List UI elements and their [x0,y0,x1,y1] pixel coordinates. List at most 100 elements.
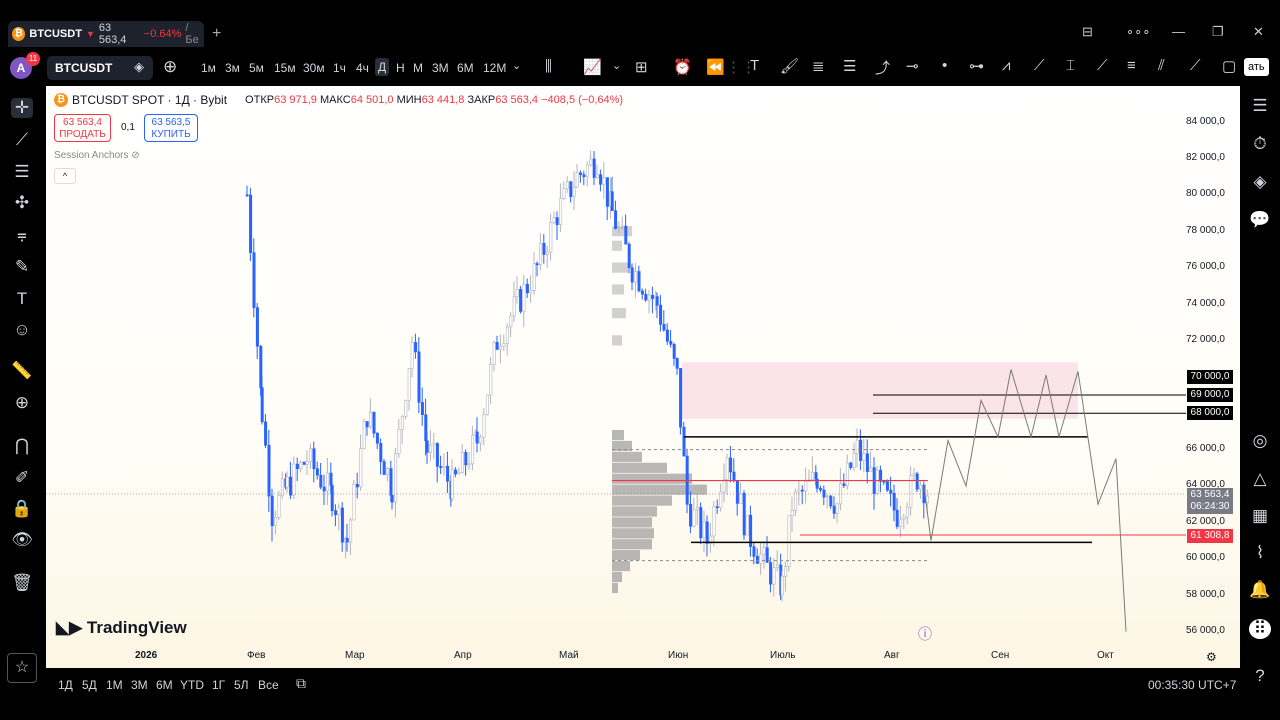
tf-6month[interactable]: 6М [457,61,474,75]
range-ytd[interactable]: YTD [180,678,204,692]
eye-icon[interactable]: 👁 [11,530,33,550]
fib-icon[interactable]: ☰ [843,57,856,75]
trash-icon[interactable]: 🗑 [11,573,33,593]
trend-line-icon[interactable]: ⟋ [11,130,33,150]
date-range-icon[interactable]: ⧉ [296,675,306,692]
target-icon[interactable]: ◎ [1249,431,1271,451]
forecast-icon[interactable]: ⫽ [1158,57,1165,74]
ruler-icon[interactable]: ⟋ [1190,57,1201,74]
chevron-down-icon[interactable]: ⌄ [512,59,521,72]
podcast-icon[interactable]: ⌇ [1249,543,1271,563]
save-button[interactable]: ать [1244,58,1269,76]
crosshair-icon[interactable]: ✛ [11,98,33,118]
horizontal-ray-icon[interactable]: ⊸ [906,57,919,75]
tf-1m[interactable]: 1м [201,61,216,75]
watchlist-panel-icon[interactable]: ☰ [1249,96,1271,116]
text-icon[interactable]: T [11,289,33,309]
minimize-icon[interactable]: — [1172,24,1185,39]
range-5d[interactable]: 5Д [82,678,97,692]
price-chart[interactable] [46,86,1240,668]
text-tool-icon[interactable]: T [750,57,759,74]
close-icon[interactable]: ✕ [1253,24,1264,40]
pitchfork-icon[interactable]: ⟋ [1034,57,1045,74]
tf-4h[interactable]: 4ч [356,61,369,75]
dot-icon[interactable]: • [942,57,947,74]
tf-5m[interactable]: 5м [249,61,264,75]
more-icon[interactable]: ∘∘∘ [1126,24,1150,40]
zoom-icon[interactable]: ⊕ [11,393,33,413]
tf-1h[interactable]: 1ч [333,61,346,75]
parallel-channel-icon[interactable]: ≣ [812,57,825,75]
volume-profile-bar [612,473,692,484]
ideas-icon[interactable]: △ [1249,469,1271,489]
indicator-session-anchors[interactable]: Session Anchors ⊘ [54,150,140,161]
pattern-icon[interactable]: ⩘ [1002,57,1010,74]
chat-icon[interactable]: 💬 [1249,210,1271,230]
add-tab-icon[interactable]: + [212,25,221,43]
favorites-star-icon[interactable]: ☆ [7,653,37,683]
tf-day[interactable]: Д [375,58,390,76]
path-icon[interactable]: ⤴ [875,57,890,78]
replay-icon[interactable]: ⏪ [706,58,725,76]
compare-plus-icon[interactable]: ⊕ [163,57,177,77]
tf-15m[interactable]: 15м [274,61,296,75]
apps-grid-icon[interactable]: ⠿ [1249,619,1271,639]
ruler-icon[interactable]: 📏 [11,361,33,381]
top-toolbar: A 11 BTCUSDT ◈ ⊕ 1м 3м 5м 15м 30м 1ч 4ч … [0,50,1280,86]
bar-style-icon[interactable]: ⫼ [545,58,552,75]
emoji-icon[interactable]: ☺ [11,320,33,340]
tf-12month[interactable]: 12М [483,61,506,75]
browser-tab[interactable]: ₿ BTCUSDT ▼ 63 563,4 −0.64% / Бе [8,21,204,47]
tf-3m[interactable]: 3м [225,61,240,75]
calendar-icon[interactable]: ▦ [1249,506,1271,526]
lightning-icon[interactable]: ⓘ [918,624,932,644]
line-icon[interactable]: ⊶ [969,57,984,75]
tradingview-logo[interactable]: ◣▶ TradingView [56,618,187,638]
trend-line-icon[interactable]: ⟋ [1097,57,1108,74]
range-6m[interactable]: 6М [156,678,173,692]
tf-month[interactable]: М [413,61,423,75]
alert-icon[interactable]: ⏰ [673,58,692,76]
network-icon[interactable]: ✣ [11,193,33,213]
buy-button[interactable]: 63 563,5 КУПИТЬ [144,114,198,142]
clock-timezone[interactable]: 00:35:30 UTC+7 [1148,678,1236,692]
candle-body [475,431,479,444]
collapse-legend-button[interactable]: ^ [54,168,76,184]
range-1y[interactable]: 1Г [212,678,225,692]
volume-profile-bar [612,308,626,319]
range-1m[interactable]: 1М [106,678,123,692]
tf-3month[interactable]: 3М [432,61,449,75]
sell-button[interactable]: 63 563,4 ПРОДАТЬ [54,114,111,142]
pen-icon[interactable]: ✎ [11,257,33,277]
hidden-eye-icon[interactable]: ⊘ [131,150,139,161]
restore-icon[interactable]: ❐ [1212,24,1224,40]
lock-icon[interactable]: 🔒 [11,499,33,519]
tf-week[interactable]: Н [396,61,405,75]
candle-body [729,457,733,473]
rectangle-icon[interactable]: ▢ [1222,57,1236,75]
watchlist-icon[interactable]: ◈ [134,59,144,75]
range-1d[interactable]: 1Д [58,678,73,692]
range-3m[interactable]: 3М [131,678,148,692]
notifications-bell-icon[interactable]: 🔔 [1249,580,1271,600]
magnet-icon[interactable]: ⋂ [11,436,33,456]
fib-tool-icon[interactable]: ⩦ [11,225,33,245]
layout-icon[interactable]: ⊟ [1082,24,1093,40]
chevron-down-icon[interactable]: ⌄ [612,59,621,72]
chart-area[interactable]: ₿ BTCUSDT SPOT · 1Д · Bybit ОТКР63 971,9… [46,86,1240,668]
range-5y[interactable]: 5Л [234,678,249,692]
horizontal-lines-icon[interactable]: ☰ [11,162,33,182]
measure-icon[interactable]: ⌶ [1066,57,1075,74]
tf-30m[interactable]: 30м [303,61,325,75]
axis-settings-icon[interactable]: ⚙ [1206,650,1217,664]
lock-pen-icon[interactable]: ✐ [11,468,33,488]
alerts-clock-icon[interactable]: ⏱ [1249,134,1271,154]
gann-icon[interactable]: ≡ [1127,57,1136,74]
candle-body [379,442,383,462]
layers-icon[interactable]: ◈ [1249,172,1271,192]
indicators-icon[interactable]: 📈 [583,58,602,76]
brush-icon[interactable]: 🖌 [780,57,799,75]
help-icon[interactable]: ? [1249,666,1271,686]
templates-icon[interactable]: ⊞ [635,58,648,76]
range-all[interactable]: Все [258,678,279,692]
